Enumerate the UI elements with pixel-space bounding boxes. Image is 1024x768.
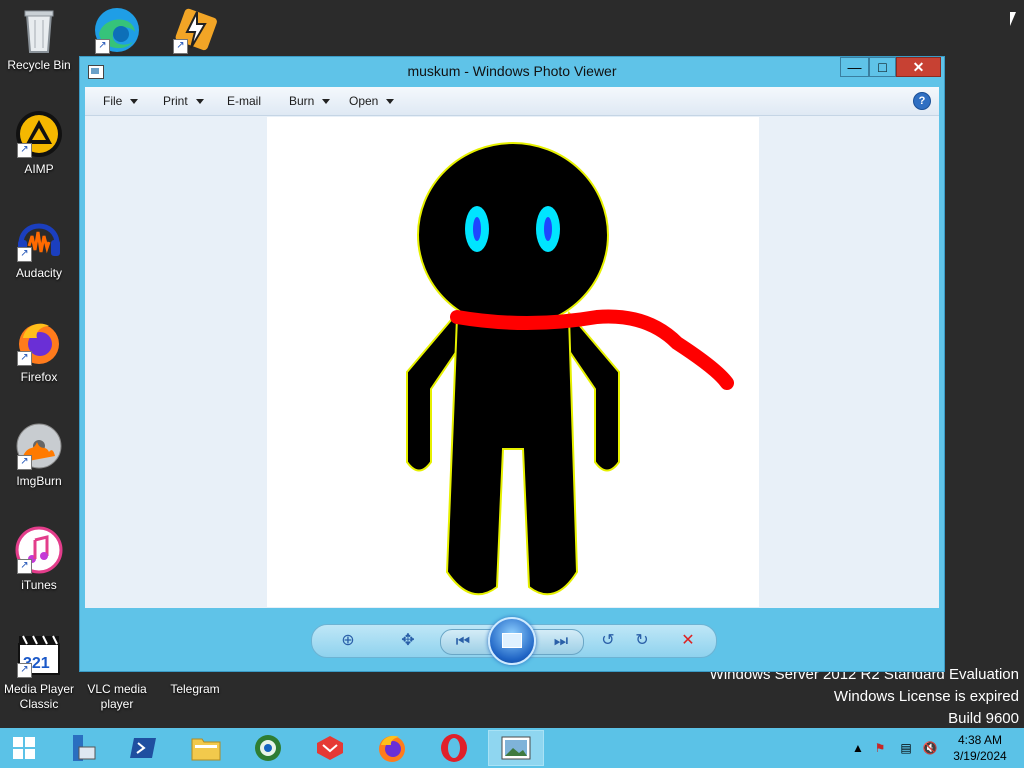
chevron-down-icon xyxy=(195,99,204,105)
image-viewport[interactable] xyxy=(85,116,939,608)
desktop-icon-label: Recycle Bin xyxy=(7,58,71,72)
menu-print[interactable]: Print xyxy=(163,94,204,108)
action-center-flag-icon[interactable]: ⚑ xyxy=(872,740,888,756)
desktop-icon-media-player-classic[interactable]: 321 ↗ Media Player Classic xyxy=(0,630,78,712)
desktop-icon-edge[interactable]: ↗ xyxy=(78,6,156,58)
audacity-icon: ↗ xyxy=(15,214,63,262)
window-title: muskum - Windows Photo Viewer xyxy=(407,63,617,79)
taskbar-app-red[interactable] xyxy=(304,730,356,766)
network-icon[interactable]: ▤ xyxy=(898,740,914,756)
desktop-icon-label: Firefox xyxy=(20,370,58,384)
desktop-icon-label: iTunes xyxy=(21,578,57,592)
shortcut-arrow-icon: ↗ xyxy=(173,39,188,54)
shortcut-arrow-icon: ↗ xyxy=(95,39,110,54)
desktop-icon-aimp[interactable]: ↗ AIMP xyxy=(0,110,78,177)
globe-icon xyxy=(255,735,281,761)
viewer-controls: ⊕ ✥ ⏮ ⏭ ↺ ↻ ✕ xyxy=(311,617,717,665)
photo-canvas xyxy=(267,117,759,607)
shortcut-arrow-icon: ↗ xyxy=(17,351,32,366)
imgburn-icon: ↗ xyxy=(15,422,63,470)
menu-file[interactable]: File xyxy=(103,94,139,108)
chevron-down-icon xyxy=(386,99,395,105)
menu-email[interactable]: E-mail xyxy=(227,94,261,108)
desktop-icon-winamp[interactable]: ↗ xyxy=(156,6,234,58)
firefox-icon: ↗ xyxy=(15,318,63,366)
shortcut-arrow-icon: ↗ xyxy=(17,559,32,574)
desktop-icon-label: ImgBurn xyxy=(16,474,62,488)
taskbar: ▲ ⚑ ▤ 🔇 4:38 AM 3/19/2024 xyxy=(0,728,1024,768)
slideshow-icon[interactable] xyxy=(488,617,536,665)
delete-icon[interactable]: ✕ xyxy=(678,631,698,651)
close-button[interactable]: ✕ xyxy=(896,57,941,77)
windows-logo-icon xyxy=(13,737,35,759)
menu-email-label: E-mail xyxy=(227,94,262,108)
edge-icon: ↗ xyxy=(93,6,141,54)
rotate-left-icon[interactable]: ↺ xyxy=(598,631,618,651)
next-icon[interactable]: ⏭ xyxy=(551,632,571,652)
taskbar-powershell[interactable] xyxy=(118,730,170,766)
opera-icon xyxy=(441,734,467,762)
desktop-icon-label: AIMP xyxy=(24,162,54,176)
taskbar-photo-viewer[interactable] xyxy=(488,730,544,766)
desktop-icon-label: Audacity xyxy=(15,266,63,280)
clock-time: 4:38 AM xyxy=(957,733,1003,747)
recycle-bin-icon xyxy=(15,6,63,54)
minimize-button[interactable]: — xyxy=(840,57,869,77)
menu-print-label: Print xyxy=(163,94,188,108)
shortcut-arrow-icon: ↗ xyxy=(17,455,32,470)
stick-figure-drawing xyxy=(406,142,734,596)
volume-muted-icon[interactable]: 🔇 xyxy=(922,740,938,756)
itunes-icon: ↗ xyxy=(15,526,63,574)
photo-viewer-window: muskum - Windows Photo Viewer — □ ✕ File… xyxy=(79,56,945,672)
desktop-icon-label: VLC media player xyxy=(87,682,147,711)
help-icon[interactable]: ? xyxy=(913,92,931,110)
show-hidden-icons-chevron-icon[interactable]: ▲ xyxy=(850,740,866,756)
taskbar-server-manager[interactable] xyxy=(56,730,108,766)
taskbar-firefox[interactable] xyxy=(366,730,418,766)
title-bar[interactable]: muskum - Windows Photo Viewer — □ ✕ xyxy=(80,57,944,87)
winamp-icon: ↗ xyxy=(171,6,219,54)
red-app-icon xyxy=(317,736,343,760)
watermark-license: Windows License is expired xyxy=(833,688,1019,705)
actual-size-icon[interactable]: ✥ xyxy=(398,631,418,651)
firefox-icon xyxy=(379,735,405,762)
maximize-button[interactable]: □ xyxy=(869,57,896,77)
photo-viewer-icon xyxy=(501,736,531,760)
menu-burn-label: Burn xyxy=(289,94,315,108)
watermark-build: Build 9600 xyxy=(948,710,1019,727)
desktop-icon-itunes[interactable]: ↗ iTunes xyxy=(0,526,78,593)
taskbar-file-explorer[interactable] xyxy=(180,730,232,766)
desktop-icon-label: Media Player Classic xyxy=(3,682,75,711)
desktop-icon-imgburn[interactable]: ↗ ImgBurn xyxy=(0,422,78,489)
system-clock[interactable]: 4:38 AM 3/19/2024 xyxy=(944,732,1016,764)
shortcut-arrow-icon: ↗ xyxy=(17,143,32,158)
shortcut-arrow-icon: ↗ xyxy=(17,663,32,678)
powershell-icon xyxy=(130,738,156,758)
desktop-icon-audacity[interactable]: ↗ Audacity xyxy=(0,214,78,281)
server-manager-icon xyxy=(73,735,96,761)
menu-bar: File Print E-mail Burn Open ? xyxy=(85,87,939,116)
desktop-icon-firefox[interactable]: ↗ Firefox xyxy=(0,318,78,385)
start-button[interactable] xyxy=(0,730,48,766)
menu-burn[interactable]: Burn xyxy=(289,94,331,108)
desktop-icon-label: Telegram xyxy=(170,682,220,696)
license-watermark: Windows Server 2012 R2 Standard Evaluati… xyxy=(710,664,1019,730)
desktop-icon-recycle-bin[interactable]: Recycle Bin xyxy=(0,6,78,73)
folder-icon xyxy=(191,738,221,761)
menu-open[interactable]: Open xyxy=(349,94,395,108)
chevron-down-icon xyxy=(130,99,139,105)
taskbar-opera[interactable] xyxy=(428,730,480,766)
shortcut-arrow-icon: ↗ xyxy=(17,247,32,262)
aimp-icon: ↗ xyxy=(15,110,63,158)
menu-open-label: Open xyxy=(349,94,379,108)
zoom-icon[interactable]: ⊕ xyxy=(338,631,358,651)
taskbar-browser-globe[interactable] xyxy=(242,730,294,766)
rotate-right-icon[interactable]: ↻ xyxy=(632,631,652,651)
mouse-cursor-icon xyxy=(1010,12,1016,26)
previous-icon[interactable]: ⏮ xyxy=(453,632,473,652)
menu-file-label: File xyxy=(103,94,123,108)
clapperboard-icon: 321 ↗ xyxy=(15,630,63,678)
chevron-down-icon xyxy=(322,99,331,105)
clock-date: 3/19/2024 xyxy=(953,749,1007,763)
